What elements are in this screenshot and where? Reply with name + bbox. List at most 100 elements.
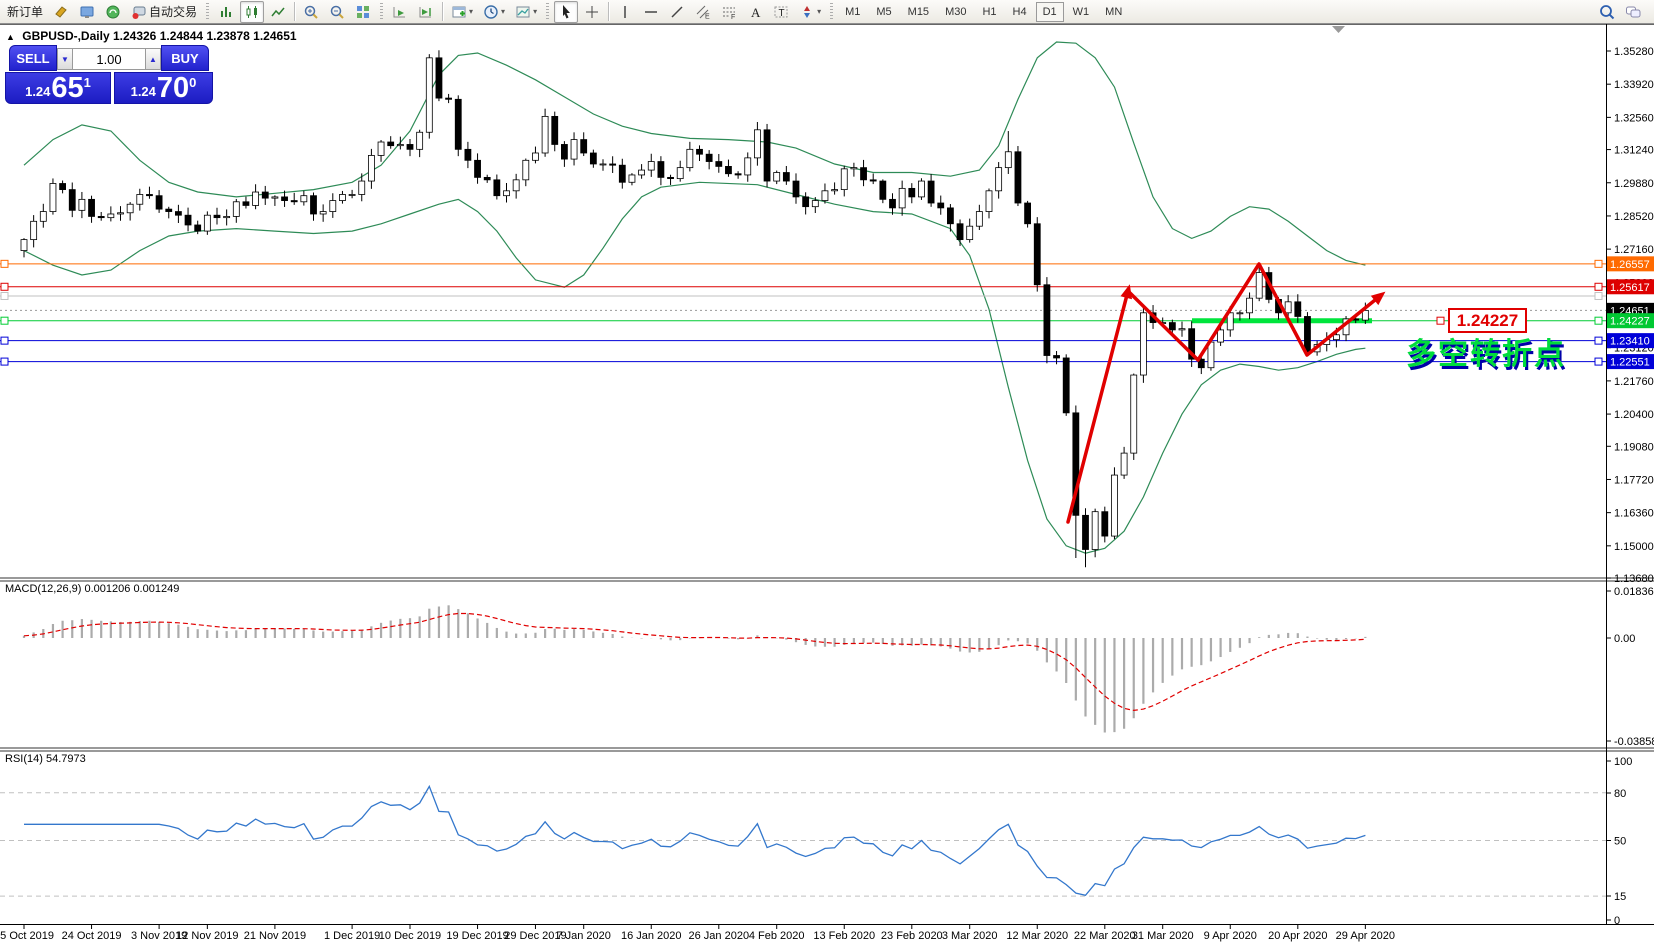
tile-windows-button[interactable] bbox=[351, 1, 375, 23]
svg-text:80: 80 bbox=[1614, 788, 1626, 800]
new-order-button[interactable]: 新订单 bbox=[3, 1, 47, 23]
bid-prefix: 1.24 bbox=[25, 84, 50, 99]
cursor-icon bbox=[558, 4, 574, 20]
chevron-down-icon[interactable]: ▾ bbox=[469, 8, 473, 16]
tiles-icon bbox=[355, 4, 371, 20]
ohlc-high: 1.24844 bbox=[160, 29, 203, 43]
buy-button[interactable]: BUY bbox=[161, 45, 209, 71]
chat-button[interactable] bbox=[1621, 1, 1645, 23]
svg-text:A: A bbox=[751, 5, 761, 20]
chartshift-icon bbox=[418, 4, 434, 20]
addindicator-icon bbox=[451, 4, 467, 20]
timeframe-mn-button[interactable]: MN bbox=[1098, 2, 1129, 22]
chart-shift-marker bbox=[1332, 26, 1345, 33]
volume-decrease-button[interactable]: ▼ bbox=[57, 48, 73, 70]
svg-text:3 Mar 2020: 3 Mar 2020 bbox=[942, 930, 998, 942]
auto-scroll-button[interactable] bbox=[388, 1, 412, 23]
toolbar-grip[interactable] bbox=[206, 3, 209, 21]
linechart-icon bbox=[270, 4, 286, 20]
signals-button[interactable] bbox=[101, 1, 125, 23]
terminal-button[interactable] bbox=[75, 1, 99, 23]
timeframe-m30-button[interactable]: M30 bbox=[938, 2, 973, 22]
symbol-period-label: GBPUSD-,Daily bbox=[22, 29, 109, 43]
crosshair-button[interactable] bbox=[580, 1, 604, 23]
svg-text:50: 50 bbox=[1614, 836, 1626, 848]
rsi-pane: 1008050150 bbox=[0, 756, 1632, 927]
chart-canvas[interactable]: 1.352801.339201.325601.312401.298801.285… bbox=[0, 0, 1654, 943]
timeframe-h4-button[interactable]: H4 bbox=[1006, 2, 1034, 22]
timeframe-m15-button[interactable]: M15 bbox=[901, 2, 936, 22]
search-icon bbox=[1599, 4, 1615, 20]
monitor-icon bbox=[79, 4, 95, 20]
chevron-down-icon[interactable]: ▾ bbox=[533, 8, 537, 16]
toolbar-right-icons bbox=[1594, 1, 1646, 23]
hammer-icon bbox=[53, 4, 69, 20]
toolbar-grip[interactable] bbox=[546, 3, 549, 21]
svg-text:21 Nov 2019: 21 Nov 2019 bbox=[244, 930, 306, 942]
ohlc-low: 1.23878 bbox=[206, 29, 249, 43]
svg-text:1.29880: 1.29880 bbox=[1614, 178, 1654, 190]
text-button[interactable]: A bbox=[743, 1, 767, 23]
horizontal-line-button[interactable] bbox=[639, 1, 663, 23]
svg-text:13 Feb 2020: 13 Feb 2020 bbox=[813, 930, 875, 942]
sell-price-panel[interactable]: 1.24651 bbox=[5, 72, 111, 104]
svg-text:1.13680: 1.13680 bbox=[1614, 573, 1654, 585]
toolbar-separator bbox=[608, 2, 609, 21]
timeframe-d1-button[interactable]: D1 bbox=[1036, 2, 1064, 22]
candles-icon bbox=[244, 4, 260, 20]
toolbar-separator bbox=[442, 2, 443, 21]
trendline-button[interactable] bbox=[665, 1, 689, 23]
macd-signal-value: 0.001249 bbox=[133, 583, 179, 595]
timeframe-m5-button[interactable]: M5 bbox=[869, 2, 898, 22]
zoom-in-button[interactable] bbox=[299, 1, 323, 23]
auto-trading-button[interactable]: 自动交易 bbox=[127, 1, 201, 23]
timeframe-w1-button[interactable]: W1 bbox=[1066, 2, 1097, 22]
svg-text:T: T bbox=[779, 8, 785, 19]
ohlc-close: 1.24651 bbox=[253, 29, 296, 43]
chart-line-button[interactable] bbox=[266, 1, 290, 23]
periods-button[interactable]: ▾ bbox=[479, 1, 509, 23]
buy-price-panel[interactable]: 1.24700 bbox=[114, 72, 213, 104]
fibonacci-button[interactable]: F bbox=[717, 1, 741, 23]
cursor-button[interactable] bbox=[554, 1, 578, 23]
volume-input[interactable]: 1.00 bbox=[73, 48, 145, 70]
chevron-down-icon[interactable]: ▾ bbox=[501, 8, 505, 16]
svg-text:26 Jan 2020: 26 Jan 2020 bbox=[689, 930, 750, 942]
indicators-button[interactable]: ▾ bbox=[447, 1, 477, 23]
volume-increase-button[interactable]: ▲ bbox=[145, 48, 161, 70]
svg-text:22 Mar 2020: 22 Mar 2020 bbox=[1074, 930, 1136, 942]
vertical-line-button[interactable] bbox=[613, 1, 637, 23]
timeframe-h1-button[interactable]: H1 bbox=[975, 2, 1003, 22]
sell-button[interactable]: SELL bbox=[9, 45, 57, 71]
zoom-out-button[interactable] bbox=[325, 1, 349, 23]
signal-icon bbox=[105, 4, 121, 20]
svg-text:F: F bbox=[731, 14, 735, 20]
chart-candles-button[interactable] bbox=[240, 1, 264, 23]
search-button[interactable] bbox=[1595, 1, 1619, 23]
templates-button[interactable]: ▾ bbox=[511, 1, 541, 23]
svg-text:16 Jan 2020: 16 Jan 2020 bbox=[621, 930, 682, 942]
time-axis[interactable]: 15 Oct 201924 Oct 20193 Nov 201912 Nov 2… bbox=[0, 925, 1395, 942]
price-axis[interactable]: 1.352801.339201.325601.312401.298801.285… bbox=[1606, 46, 1654, 585]
svg-text:23 Feb 2020: 23 Feb 2020 bbox=[881, 930, 943, 942]
ask-prefix: 1.24 bbox=[131, 84, 156, 99]
chart-shift-button[interactable] bbox=[414, 1, 438, 23]
arrows-button[interactable]: ▾ bbox=[795, 1, 825, 23]
macd-pane: 0.0183690.00-0.038585 bbox=[24, 586, 1654, 748]
toolbar-grip[interactable] bbox=[380, 3, 383, 21]
toolbar-grip[interactable] bbox=[830, 3, 833, 21]
svg-text:1.15000: 1.15000 bbox=[1614, 541, 1654, 553]
collapse-icon[interactable]: ▲ bbox=[6, 32, 15, 42]
mt4-window: 新订单 自动交易 ▾ ▾ ▾ E F A T ▾ M1M5M15M30H1H4D1W1MN 1.35… bbox=[0, 0, 1654, 943]
svg-text:1.21760: 1.21760 bbox=[1614, 376, 1654, 388]
equidistant-channel-button[interactable]: E bbox=[691, 1, 715, 23]
chevron-down-icon[interactable]: ▾ bbox=[817, 8, 821, 16]
svg-text:12 Nov 2019: 12 Nov 2019 bbox=[176, 930, 238, 942]
timeframe-m1-button[interactable]: M1 bbox=[838, 2, 867, 22]
svg-text:19 Dec 2019: 19 Dec 2019 bbox=[446, 930, 508, 942]
ask-pip-digit: 0 bbox=[189, 75, 196, 90]
chart-bars-button[interactable] bbox=[214, 1, 238, 23]
bid-big-digits: 65 bbox=[51, 74, 83, 102]
text-label-button[interactable]: T bbox=[769, 1, 793, 23]
metaeditor-button[interactable] bbox=[49, 1, 73, 23]
